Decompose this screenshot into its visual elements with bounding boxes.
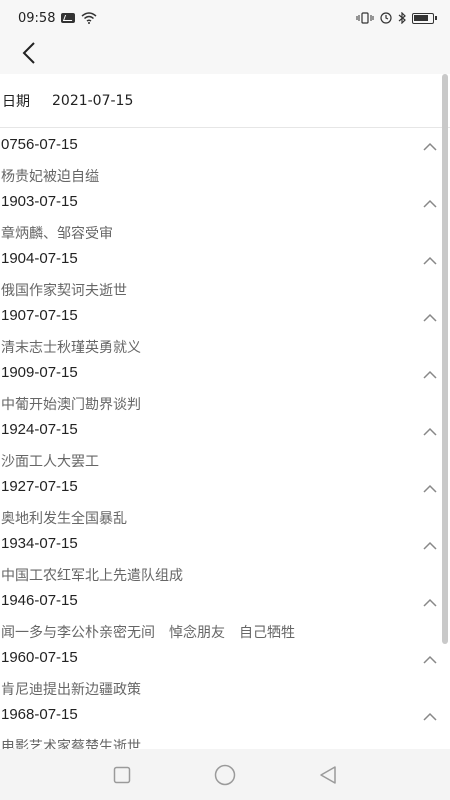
list-item[interactable]: 1924-07-15 沙面工人大罢工 xyxy=(0,413,442,470)
vibrate-icon xyxy=(356,12,374,24)
chevron-up-icon[interactable] xyxy=(422,369,438,381)
list-item[interactable]: 1927-07-15 奥地利发生全国暴乱 xyxy=(0,470,442,527)
chevron-up-icon[interactable] xyxy=(422,540,438,552)
event-title: 奥地利发生全国暴乱 xyxy=(1,511,127,527)
event-title: 中国工农红军北上先遣队组成 xyxy=(1,568,183,584)
status-bar: 09:58 xyxy=(0,0,450,36)
message-icon xyxy=(61,13,76,23)
list-item[interactable]: 1960-07-15 肯尼迪提出新边疆政策 xyxy=(0,641,442,698)
event-date: 1968-07-15 xyxy=(1,706,78,723)
event-date: 1909-07-15 xyxy=(1,364,78,381)
chevron-up-icon[interactable] xyxy=(422,141,438,153)
event-date: 1934-07-15 xyxy=(1,535,78,552)
list-item[interactable]: 1904-07-15 俄国作家契诃夫逝世 xyxy=(0,242,442,299)
scrollbar[interactable] xyxy=(442,74,448,644)
status-left: 09:58 xyxy=(18,11,97,26)
date-label: 日期 xyxy=(2,93,30,110)
event-date: 1927-07-15 xyxy=(1,478,78,495)
event-date: 0756-07-15 xyxy=(1,136,78,153)
date-filter-row[interactable]: 日期 2021-07-15 xyxy=(0,74,450,128)
list-item[interactable]: 1909-07-15 中葡开始澳门勘界谈判 xyxy=(0,356,442,413)
system-navigation-bar xyxy=(0,749,450,800)
list-item[interactable]: 1903-07-15 章炳麟、邹容受审 xyxy=(0,185,442,242)
list-item[interactable]: 1907-07-15 清末志士秋瑾英勇就义 xyxy=(0,299,442,356)
chevron-up-icon[interactable] xyxy=(422,711,438,723)
event-title: 中葡开始澳门勘界谈判 xyxy=(1,397,141,413)
wifi-icon xyxy=(81,12,97,24)
chevron-up-icon[interactable] xyxy=(422,426,438,438)
event-date: 1903-07-15 xyxy=(1,193,78,210)
recent-apps-icon xyxy=(113,766,130,783)
event-title: 章炳麟、邹容受审 xyxy=(1,226,113,242)
chevron-up-icon[interactable] xyxy=(422,597,438,609)
list-item[interactable]: 1968-07-15 电影艺术家蔡楚生逝世 xyxy=(0,698,442,749)
event-date: 1907-07-15 xyxy=(1,307,78,324)
battery-icon xyxy=(412,12,437,24)
event-title: 俄国作家契诃夫逝世 xyxy=(1,283,127,299)
event-title: 肯尼迪提出新边疆政策 xyxy=(1,682,141,698)
chevron-up-icon[interactable] xyxy=(422,483,438,495)
chevron-up-icon[interactable] xyxy=(422,198,438,210)
event-date: 1946-07-15 xyxy=(1,592,78,609)
home-icon xyxy=(214,764,236,785)
chevron-up-icon[interactable] xyxy=(422,312,438,324)
date-value[interactable]: 2021-07-15 xyxy=(52,93,133,109)
home-button[interactable] xyxy=(210,760,240,790)
top-navigation xyxy=(0,36,450,74)
event-date: 1960-07-15 xyxy=(1,649,78,666)
back-button[interactable] xyxy=(14,38,44,68)
event-list: 0756-07-15 杨贵妃被迫自缢 1903-07-15 章炳麟、邹容受审 1… xyxy=(0,128,442,749)
chevron-up-icon[interactable] xyxy=(422,255,438,267)
alarm-icon xyxy=(380,12,392,24)
back-triangle-icon xyxy=(320,765,337,784)
list-item[interactable]: 0756-07-15 杨贵妃被迫自缢 xyxy=(0,128,442,185)
bluetooth-icon xyxy=(398,12,406,24)
event-title: 杨贵妃被迫自缢 xyxy=(1,169,99,185)
chevron-left-icon xyxy=(22,42,35,64)
chevron-up-icon[interactable] xyxy=(422,654,438,666)
event-title: 沙面工人大罢工 xyxy=(1,454,99,470)
status-right xyxy=(356,12,437,24)
event-date: 1924-07-15 xyxy=(1,421,78,438)
system-back-button[interactable] xyxy=(313,760,343,790)
event-title: 电影艺术家蔡楚生逝世 xyxy=(1,739,141,749)
recent-apps-button[interactable] xyxy=(107,760,137,790)
status-time: 09:58 xyxy=(18,10,56,26)
list-item[interactable]: 1934-07-15 中国工农红军北上先遣队组成 xyxy=(0,527,442,584)
event-date: 1904-07-15 xyxy=(1,250,78,267)
event-title: 闻一多与李公朴亲密无间 悼念朋友 自己牺牲 xyxy=(1,625,295,641)
event-title: 清末志士秋瑾英勇就义 xyxy=(1,340,141,356)
list-item[interactable]: 1946-07-15 闻一多与李公朴亲密无间 悼念朋友 自己牺牲 xyxy=(0,584,442,641)
